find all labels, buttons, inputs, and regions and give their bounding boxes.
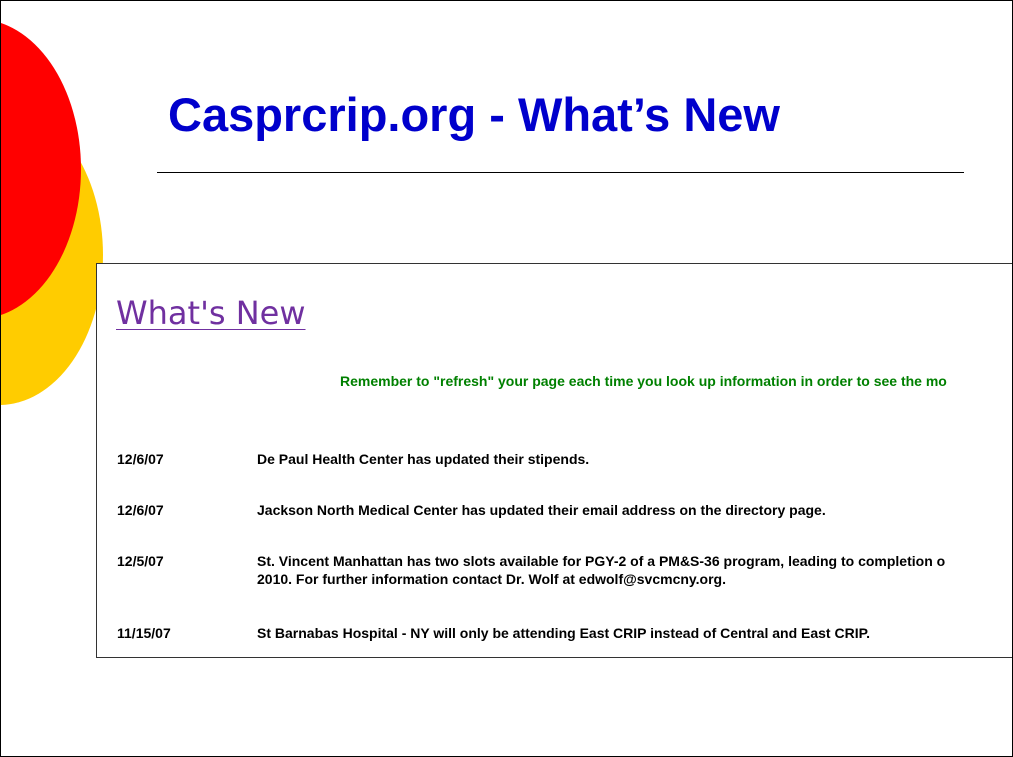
slide-title: Casprcrip.org - What’s New — [168, 88, 780, 141]
news-date: 12/6/07 — [117, 451, 164, 467]
news-text-line: St Barnabas Hospital - NY will only be a… — [257, 625, 871, 641]
refresh-reminder: Remember to "refresh" your page each tim… — [340, 373, 947, 389]
news-text: Jackson North Medical Center has updated… — [257, 501, 1012, 519]
slide: Casprcrip.org - What’s New What's New Re… — [0, 0, 1013, 757]
news-date: 11/15/07 — [117, 625, 171, 641]
news-text-line: Jackson North Medical Center has updated… — [257, 502, 826, 518]
news-text-line: 2010. For further information contact Dr… — [257, 571, 726, 587]
news-text-line: St. Vincent Manhattan has two slots avai… — [257, 553, 946, 569]
news-text: De Paul Health Center has updated their … — [257, 450, 1012, 468]
whats-new-heading[interactable]: What's New — [116, 295, 306, 331]
news-text-line: De Paul Health Center has updated their … — [257, 451, 590, 467]
news-date: 12/5/07 — [117, 553, 164, 569]
news-text: St Barnabas Hospital - NY will only be a… — [257, 624, 1012, 642]
whats-new-webpage-screenshot: What's New Remember to "refresh" your pa… — [96, 263, 1012, 658]
news-date: 12/6/07 — [117, 502, 164, 518]
news-text: St. Vincent Manhattan has two slots avai… — [257, 552, 1012, 588]
title-divider — [157, 172, 964, 173]
